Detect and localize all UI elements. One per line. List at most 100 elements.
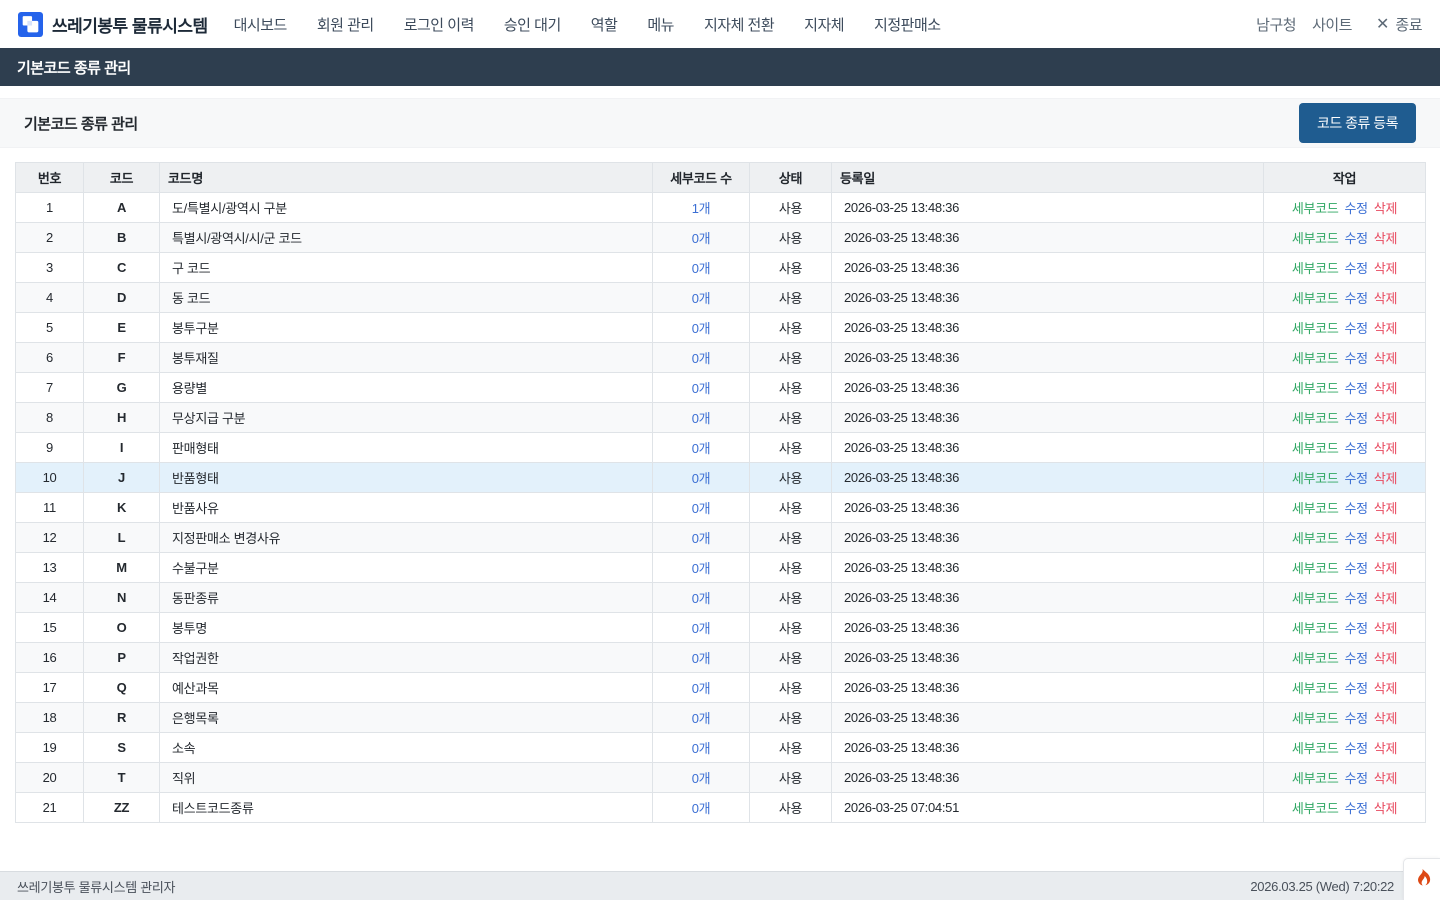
edit-link[interactable]: 수정 (1344, 471, 1367, 486)
detail-code-link[interactable]: 세부코드 (1292, 651, 1339, 666)
detail-code-link[interactable]: 세부코드 (1292, 801, 1339, 816)
detail-code-link[interactable]: 세부코드 (1292, 261, 1339, 276)
nav-item[interactable]: 역할 (591, 14, 618, 35)
detail-code-link[interactable]: 세부코드 (1292, 351, 1339, 366)
detail-code-link[interactable]: 세부코드 (1292, 741, 1339, 756)
detail-count-link[interactable]: 0개 (692, 621, 711, 636)
detail-code-link[interactable]: 세부코드 (1292, 411, 1339, 426)
detail-code-link[interactable]: 세부코드 (1292, 321, 1339, 336)
detail-code-link[interactable]: 세부코드 (1292, 561, 1339, 576)
detail-count-link[interactable]: 0개 (692, 531, 711, 546)
detail-code-link[interactable]: 세부코드 (1292, 291, 1339, 306)
delete-link[interactable]: 삭제 (1374, 501, 1397, 516)
delete-link[interactable]: 삭제 (1374, 561, 1397, 576)
detail-count-link[interactable]: 0개 (692, 561, 711, 576)
detail-count-link[interactable]: 0개 (692, 321, 711, 336)
edit-link[interactable]: 수정 (1344, 231, 1367, 246)
nav-item[interactable]: 로그인 이력 (404, 14, 474, 35)
edit-link[interactable]: 수정 (1344, 711, 1367, 726)
detail-code-link[interactable]: 세부코드 (1292, 771, 1339, 786)
edit-link[interactable]: 수정 (1344, 291, 1367, 306)
detail-code-link[interactable]: 세부코드 (1292, 471, 1339, 486)
delete-link[interactable]: 삭제 (1374, 381, 1397, 396)
detail-count-link[interactable]: 0개 (692, 231, 711, 246)
edit-link[interactable]: 수정 (1344, 501, 1367, 516)
edit-link[interactable]: 수정 (1344, 381, 1367, 396)
detail-count-link[interactable]: 0개 (692, 711, 711, 726)
edit-link[interactable]: 수정 (1344, 801, 1367, 816)
detail-count-link[interactable]: 1개 (692, 201, 711, 216)
detail-code-link[interactable]: 세부코드 (1292, 591, 1339, 606)
edit-link[interactable]: 수정 (1344, 321, 1367, 336)
detail-count-link[interactable]: 0개 (692, 681, 711, 696)
cell-actions: 세부코드 수정 삭제 (1264, 433, 1426, 463)
delete-link[interactable]: 삭제 (1374, 711, 1397, 726)
detail-count-link[interactable]: 0개 (692, 471, 711, 486)
edit-link[interactable]: 수정 (1344, 651, 1367, 666)
detail-code-link[interactable]: 세부코드 (1292, 501, 1339, 516)
delete-link[interactable]: 삭제 (1374, 441, 1397, 456)
detail-count-link[interactable]: 0개 (692, 741, 711, 756)
delete-link[interactable]: 삭제 (1374, 681, 1397, 696)
edit-link[interactable]: 수정 (1344, 591, 1367, 606)
delete-link[interactable]: 삭제 (1374, 321, 1397, 336)
delete-link[interactable]: 삭제 (1374, 771, 1397, 786)
delete-link[interactable]: 삭제 (1374, 261, 1397, 276)
edit-link[interactable]: 수정 (1344, 681, 1367, 696)
edit-link[interactable]: 수정 (1344, 741, 1367, 756)
delete-link[interactable]: 삭제 (1374, 471, 1397, 486)
delete-link[interactable]: 삭제 (1374, 351, 1397, 366)
detail-count-link[interactable]: 0개 (692, 411, 711, 426)
site-name-link[interactable]: 남구청 (1256, 14, 1296, 35)
edit-link[interactable]: 수정 (1344, 351, 1367, 366)
delete-link[interactable]: 삭제 (1374, 801, 1397, 816)
site-link[interactable]: 사이트 (1312, 14, 1352, 35)
nav-item[interactable]: 지자체 (804, 14, 844, 35)
delete-link[interactable]: 삭제 (1374, 741, 1397, 756)
register-code-type-button[interactable]: 코드 종류 등록 (1299, 103, 1416, 143)
detail-count-link[interactable]: 0개 (692, 771, 711, 786)
detail-count-link[interactable]: 0개 (692, 291, 711, 306)
detail-count-link[interactable]: 0개 (692, 591, 711, 606)
detail-code-link[interactable]: 세부코드 (1292, 531, 1339, 546)
detail-count-link[interactable]: 0개 (692, 261, 711, 276)
edit-link[interactable]: 수정 (1344, 261, 1367, 276)
nav-item[interactable]: 회원 관리 (317, 14, 374, 35)
delete-link[interactable]: 삭제 (1374, 621, 1397, 636)
edit-link[interactable]: 수정 (1344, 201, 1367, 216)
debug-toolbar-button[interactable] (1403, 858, 1440, 900)
nav-item[interactable]: 지정판매소 (874, 14, 941, 35)
detail-count-link[interactable]: 0개 (692, 651, 711, 666)
detail-count-link[interactable]: 0개 (692, 801, 711, 816)
detail-count-link[interactable]: 0개 (692, 351, 711, 366)
detail-code-link[interactable]: 세부코드 (1292, 231, 1339, 246)
edit-link[interactable]: 수정 (1344, 621, 1367, 636)
nav-item[interactable]: 지자체 전환 (704, 14, 774, 35)
detail-code-link[interactable]: 세부코드 (1292, 441, 1339, 456)
app-title: 쓰레기봉투 물류시스템 (52, 12, 208, 37)
delete-link[interactable]: 삭제 (1374, 411, 1397, 426)
detail-code-link[interactable]: 세부코드 (1292, 681, 1339, 696)
detail-code-link[interactable]: 세부코드 (1292, 381, 1339, 396)
edit-link[interactable]: 수정 (1344, 441, 1367, 456)
edit-link[interactable]: 수정 (1344, 411, 1367, 426)
delete-link[interactable]: 삭제 (1374, 531, 1397, 546)
detail-count-link[interactable]: 0개 (692, 501, 711, 516)
delete-link[interactable]: 삭제 (1374, 201, 1397, 216)
delete-link[interactable]: 삭제 (1374, 231, 1397, 246)
delete-link[interactable]: 삭제 (1374, 651, 1397, 666)
detail-code-link[interactable]: 세부코드 (1292, 201, 1339, 216)
detail-code-link[interactable]: 세부코드 (1292, 711, 1339, 726)
nav-item[interactable]: 메뉴 (647, 14, 674, 35)
logout-button[interactable]: ✕ 종료 (1376, 14, 1422, 35)
detail-count-link[interactable]: 0개 (692, 381, 711, 396)
delete-link[interactable]: 삭제 (1374, 291, 1397, 306)
edit-link[interactable]: 수정 (1344, 771, 1367, 786)
edit-link[interactable]: 수정 (1344, 531, 1367, 546)
nav-item[interactable]: 승인 대기 (504, 14, 561, 35)
delete-link[interactable]: 삭제 (1374, 591, 1397, 606)
detail-code-link[interactable]: 세부코드 (1292, 621, 1339, 636)
edit-link[interactable]: 수정 (1344, 561, 1367, 576)
nav-item[interactable]: 대시보드 (234, 14, 287, 35)
detail-count-link[interactable]: 0개 (692, 441, 711, 456)
